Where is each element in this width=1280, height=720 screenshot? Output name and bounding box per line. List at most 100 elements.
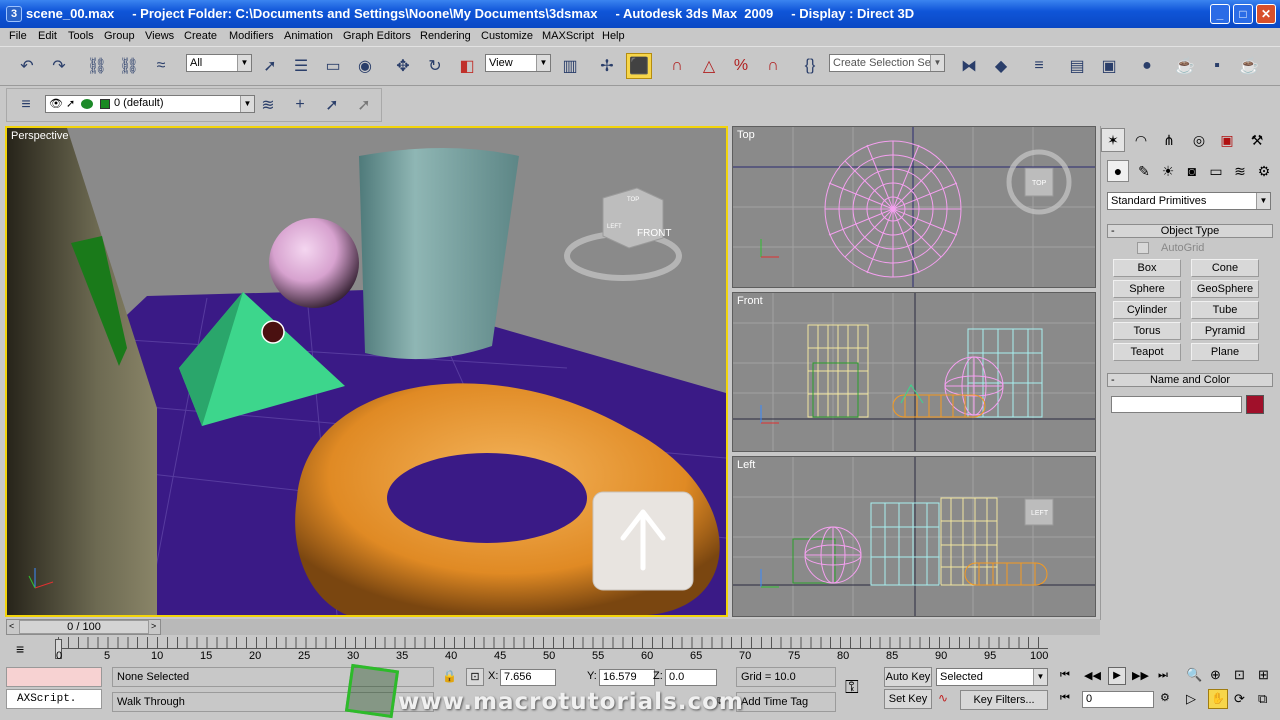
undo-icon[interactable]: ↶ [14, 53, 40, 79]
lights-category-icon[interactable]: ☀ [1157, 160, 1179, 182]
cameras-category-icon[interactable]: ◙ [1181, 160, 1203, 182]
select-and-move-icon[interactable]: ✥ [390, 53, 416, 79]
time-slider-track[interactable] [161, 619, 1100, 635]
tube-button[interactable]: Tube [1191, 301, 1259, 319]
minimize-button[interactable]: _ [1210, 4, 1230, 24]
maxscript-listener-pink[interactable] [6, 667, 102, 687]
select-by-name-icon[interactable]: ☰ [288, 53, 314, 79]
menu-graph-editors[interactable]: Graph Editors [343, 30, 411, 42]
layers-icon[interactable]: ≡ [13, 92, 39, 118]
redo-icon[interactable]: ↷ [46, 53, 72, 79]
next-frame-icon[interactable]: ▶▶ [1132, 669, 1149, 682]
hierarchy-tab-icon[interactable]: ⋔ [1157, 128, 1181, 152]
utilities-tab-icon[interactable]: ⚒ [1245, 128, 1269, 152]
select-and-link-icon[interactable]: ⛓ [84, 53, 110, 79]
frame-display[interactable]: 0 / 100 [19, 620, 149, 634]
menu-animation[interactable]: Animation [284, 30, 333, 42]
mini-curve-editor-icon[interactable]: ≡ [16, 641, 24, 657]
torus-button[interactable]: Torus [1113, 322, 1181, 340]
shapes-category-icon[interactable]: ✎ [1133, 160, 1155, 182]
z-coordinate-field[interactable]: 0.0 [665, 669, 717, 686]
zoom-extents-all-icon[interactable]: ⊞ [1258, 667, 1269, 683]
top-viewport[interactable]: Top TOP [732, 126, 1096, 288]
field-of-view-icon[interactable]: ▷ [1186, 691, 1196, 707]
select-in-layer-icon[interactable]: ➚ [319, 92, 345, 118]
render-production-icon[interactable]: ☕ [1236, 53, 1262, 79]
cone-button[interactable]: Cone [1191, 259, 1259, 277]
reference-coordinate-dropdown[interactable]: View ▼ [485, 54, 551, 72]
material-editor-icon[interactable]: ● [1134, 53, 1160, 79]
3dsmax-app-icon[interactable]: 3 [6, 6, 22, 22]
top-viewport-label[interactable]: Top [737, 129, 755, 141]
geometry-category-icon[interactable]: ● [1107, 160, 1129, 182]
front-viewport-label[interactable]: Front [737, 295, 763, 307]
time-configuration-icon[interactable]: ⚙ [1160, 691, 1170, 704]
modify-tab-icon[interactable]: ◠ [1129, 128, 1153, 152]
current-layer-dropdown[interactable]: 👁 ➚ 0 (default) ▼ [45, 95, 255, 113]
set-key-button[interactable]: Set Key [884, 689, 932, 709]
add-to-layer-icon[interactable]: + [287, 92, 313, 118]
align-icon[interactable]: ◆ [988, 53, 1014, 79]
lock-icon[interactable]: 🔒 [442, 669, 457, 683]
object-color-swatch[interactable] [1246, 395, 1264, 414]
autogrid-checkbox[interactable] [1137, 242, 1149, 254]
front-viewport[interactable]: Front [732, 292, 1096, 452]
helpers-category-icon[interactable]: ▭ [1205, 160, 1227, 182]
left-viewport[interactable]: Left LEFT [732, 456, 1096, 617]
perspective-viewport[interactable]: Perspective FRONT TOP LEFT [5, 126, 728, 617]
display-tab-icon[interactable]: ▣ [1215, 128, 1239, 152]
key-mode-dropdown[interactable]: Selected ▼ [936, 668, 1048, 686]
zoom-extents-icon[interactable]: ⊡ [1234, 667, 1245, 683]
current-frame-field[interactable]: 0 [1082, 691, 1154, 708]
previous-frame-icon[interactable]: ◀◀ [1084, 669, 1101, 682]
close-button[interactable]: ✕ [1256, 4, 1276, 24]
sphere-object[interactable] [269, 218, 359, 308]
sphere-button[interactable]: Sphere [1113, 280, 1181, 298]
set-key-key-icon[interactable]: ⚿ [845, 677, 859, 698]
plane-button[interactable]: Plane [1191, 343, 1259, 361]
zoom-icon[interactable]: 🔍 [1186, 667, 1202, 683]
edit-named-selection-icon[interactable]: {} [797, 53, 823, 79]
menu-customize[interactable]: Customize [481, 30, 533, 42]
track-bar[interactable]: ≡ 0 5 10 15 20 25 30 35 40 45 50 55 60 6… [0, 637, 1100, 665]
name-and-color-rollout[interactable]: - Name and Color [1107, 373, 1273, 387]
bind-to-space-warp-icon[interactable]: ≈ [148, 53, 174, 79]
primitive-type-dropdown[interactable]: Standard Primitives ▼ [1107, 192, 1271, 210]
space-warps-category-icon[interactable]: ≋ [1229, 160, 1251, 182]
prev-frame-icon[interactable]: < [9, 621, 14, 631]
render-setup-icon[interactable]: ☕ [1172, 53, 1198, 79]
create-tab-icon[interactable]: ✶ [1101, 128, 1125, 152]
menu-create[interactable]: Create [184, 30, 217, 42]
pivot-point-icon[interactable]: ▥ [557, 53, 583, 79]
menu-edit[interactable]: Edit [38, 30, 57, 42]
systems-category-icon[interactable]: ⚙ [1253, 160, 1275, 182]
menu-rendering[interactable]: Rendering [420, 30, 471, 42]
set-current-layer-icon[interactable]: ➚ [351, 92, 377, 118]
geosphere-button[interactable]: GeoSphere [1191, 280, 1259, 298]
layer-manager-icon[interactable]: ≡ [1026, 53, 1052, 79]
go-to-start-icon[interactable]: ⏮ [1060, 669, 1070, 682]
maximize-viewport-icon[interactable]: ⧉ [1258, 691, 1267, 707]
mirror-icon[interactable]: ⧓ [956, 53, 982, 79]
menu-file[interactable]: File [9, 30, 27, 42]
menu-group[interactable]: Group [104, 30, 135, 42]
left-viewport-label[interactable]: Left [737, 459, 755, 471]
select-object-icon[interactable]: ➚ [257, 53, 283, 79]
teapot-button[interactable]: Teapot [1113, 343, 1181, 361]
snaps-toggle-icon[interactable]: ∩ [664, 53, 690, 79]
time-slider[interactable]: < 0 / 100 > [6, 619, 161, 635]
y-coordinate-field[interactable]: 16.579 [599, 669, 655, 686]
key-filters-button[interactable]: Key Filters... [960, 690, 1048, 710]
cylinder-button[interactable]: Cylinder [1113, 301, 1181, 319]
object-type-rollout[interactable]: - Object Type [1107, 224, 1273, 238]
select-and-scale-icon[interactable]: ◧ [454, 53, 480, 79]
angle-snap-icon[interactable]: △ [696, 53, 722, 79]
graphite-modeling-icon[interactable]: ▤ [1064, 53, 1090, 79]
orbit-icon[interactable]: ⟳ [1234, 691, 1245, 707]
curve-editor-icon[interactable]: ▣ [1096, 53, 1122, 79]
next-frame-icon[interactable]: > [151, 621, 156, 631]
object-name-field[interactable] [1111, 396, 1242, 413]
keyboard-shortcut-override-icon[interactable]: ⬛ [626, 53, 652, 79]
pyramid-button[interactable]: Pyramid [1191, 322, 1259, 340]
unlink-selection-icon[interactable]: ⛓ [116, 53, 142, 79]
